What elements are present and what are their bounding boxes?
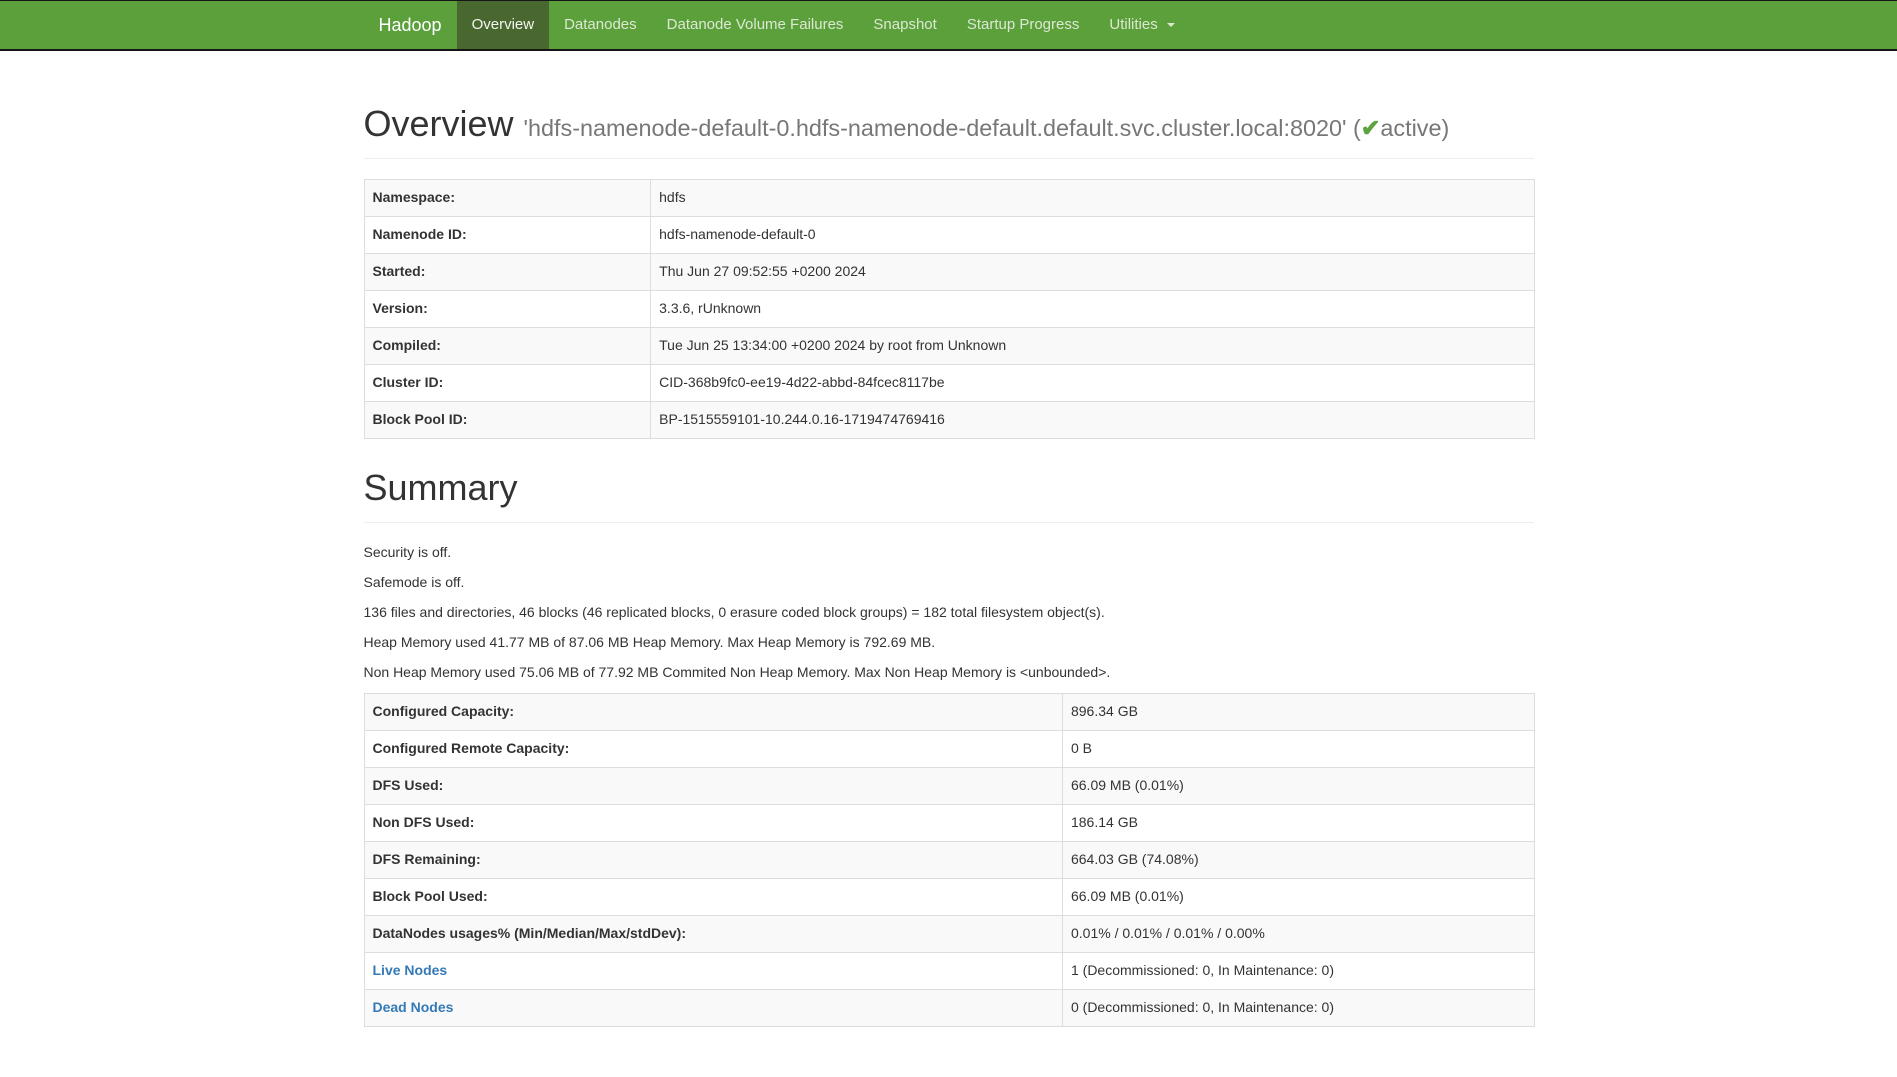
row-label: Configured Capacity: [364,693,1062,730]
row-label: Configured Remote Capacity: [364,730,1062,767]
row-label: Non DFS Used: [364,804,1062,841]
navbar: Hadoop Overview Datanodes Datanode Volum… [0,0,1897,51]
table-row: Version:3.3.6, rUnknown [364,290,1534,327]
live-nodes-link[interactable]: Live Nodes [373,962,448,978]
caret-down-icon [1167,23,1175,27]
divider [364,522,1534,523]
row-value: 0 (Decommissioned: 0, In Maintenance: 0) [1062,989,1534,1026]
table-row: Configured Remote Capacity:0 B [364,730,1534,767]
row-value: 66.09 MB (0.01%) [1062,767,1534,804]
row-label: Block Pool Used: [364,878,1062,915]
row-value: 186.14 GB [1062,804,1534,841]
nav-item-startup-progress: Startup Progress [952,1,1095,49]
table-row: DFS Used:66.09 MB (0.01%) [364,767,1534,804]
row-label: DataNodes usages% (Min/Median/Max/stdDev… [364,915,1062,952]
summary-line: Non Heap Memory used 75.06 MB of 77.92 M… [364,663,1534,683]
row-value: 0.01% / 0.01% / 0.01% / 0.00% [1062,915,1534,952]
row-label: DFS Remaining: [364,841,1062,878]
row-label: Cluster ID: [364,364,651,401]
row-label: Block Pool ID: [364,401,651,438]
nav-item-snapshot: Snapshot [858,1,951,49]
navbar-container: Hadoop Overview Datanodes Datanode Volum… [349,1,1549,49]
summary-line: Heap Memory used 41.77 MB of 87.06 MB He… [364,633,1534,653]
row-label: Namespace: [364,180,651,217]
row-label: Live Nodes [364,952,1062,989]
brand-link[interactable]: Hadoop [364,1,457,49]
table-row: Namenode ID:hdfs-namenode-default-0 [364,216,1534,253]
row-value: CID-368b9fc0-ee19-4d22-abbd-84fcec8117be [651,364,1534,401]
nav-item-label: Utilities [1109,16,1157,33]
row-label: Compiled: [364,327,651,364]
page-title-text: Overview [364,103,514,144]
cluster-info-table: Namespace:hdfsNamenode ID:hdfs-namenode-… [364,179,1535,439]
namenode-address: 'hdfs-namenode-default-0.hdfs-namenode-d… [524,115,1450,141]
table-row: Configured Capacity:896.34 GB [364,693,1534,730]
table-row: Cluster ID:CID-368b9fc0-ee19-4d22-abbd-8… [364,364,1534,401]
summary-line: Security is off. [364,543,1534,563]
row-value: Tue Jun 25 13:34:00 +0200 2024 by root f… [651,327,1534,364]
main-content: Overview 'hdfs-namenode-default-0.hdfs-n… [349,101,1549,1027]
nav-item-label: Datanodes [564,16,637,33]
nav-item-label: Startup Progress [967,16,1080,33]
row-value: BP-1515559101-10.244.0.16-1719474769416 [651,401,1534,438]
table-row: DFS Remaining:664.03 GB (74.08%) [364,841,1534,878]
table-row: Non DFS Used:186.14 GB [364,804,1534,841]
check-icon: ✔ [1361,115,1381,141]
page-title: Overview 'hdfs-namenode-default-0.hdfs-n… [364,101,1534,146]
summary-heading: Summary [364,465,1534,510]
nav-item-datanode-volume-failures: Datanode Volume Failures [652,1,859,49]
nav-item-label: Overview [472,16,535,33]
row-value: hdfs [651,180,1534,217]
table-row: Started:Thu Jun 27 09:52:55 +0200 2024 [364,253,1534,290]
row-value: 664.03 GB (74.08%) [1062,841,1534,878]
dead-nodes-link[interactable]: Dead Nodes [373,999,454,1015]
row-label: Started: [364,253,651,290]
summary-table: Configured Capacity:896.34 GBConfigured … [364,693,1535,1027]
table-row: Block Pool Used:66.09 MB (0.01%) [364,878,1534,915]
table-row: DataNodes usages% (Min/Median/Max/stdDev… [364,915,1534,952]
table-row: Live Nodes 1 (Decommissioned: 0, In Maint… [364,952,1534,989]
row-value: 1 (Decommissioned: 0, In Maintenance: 0) [1062,952,1534,989]
summary-line: 136 files and directories, 46 blocks (46… [364,603,1534,623]
row-value: 896.34 GB [1062,693,1534,730]
row-label: Dead Nodes [364,989,1062,1026]
row-value: 66.09 MB (0.01%) [1062,878,1534,915]
nav-item-label: Datanode Volume Failures [667,16,844,33]
navbar-menu: Overview Datanodes Datanode Volume Failu… [457,1,1190,49]
summary-line: Safemode is off. [364,573,1534,593]
row-value: 3.3.6, rUnknown [651,290,1534,327]
row-value: hdfs-namenode-default-0 [651,216,1534,253]
row-label: DFS Used: [364,767,1062,804]
row-value: Thu Jun 27 09:52:55 +0200 2024 [651,253,1534,290]
table-row: Dead Nodes 0 (Decommissioned: 0, In Maint… [364,989,1534,1026]
row-value: 0 B [1062,730,1534,767]
table-row: Compiled:Tue Jun 25 13:34:00 +0200 2024 … [364,327,1534,364]
nav-item-datanodes: Datanodes [549,1,652,49]
table-row: Block Pool ID:BP-1515559101-10.244.0.16-… [364,401,1534,438]
summary-text: Security is off. Safemode is off. 136 file… [364,543,1534,683]
nav-item-utilities: Utilities [1094,1,1190,49]
divider [364,158,1534,159]
row-label: Version: [364,290,651,327]
row-label: Namenode ID: [364,216,651,253]
status-badge: (✔active) [1353,115,1449,141]
nav-item-label: Snapshot [873,16,936,33]
table-row: Namespace:hdfs [364,180,1534,217]
nav-item-overview: Overview [457,1,550,49]
